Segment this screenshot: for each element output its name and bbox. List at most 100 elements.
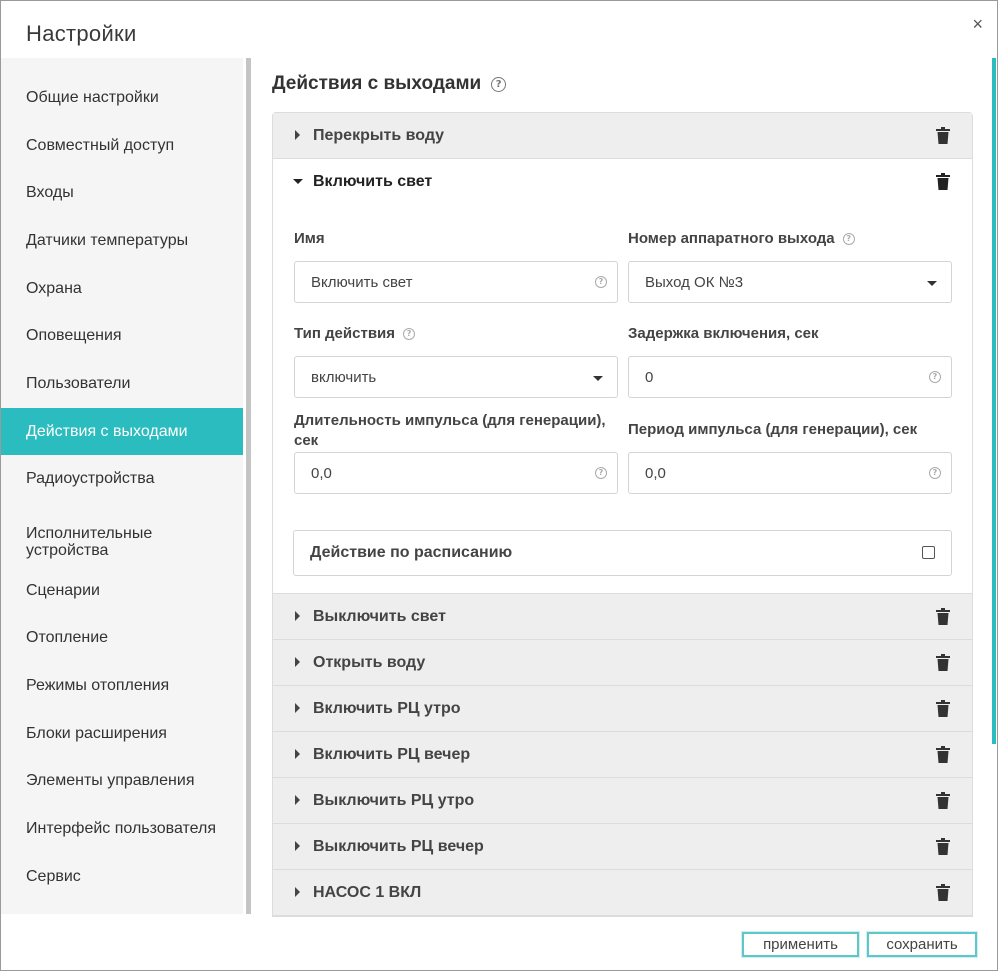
pulse-duration-label-line2: сек [294, 432, 319, 449]
sidebar-item-general[interactable]: Общие настройки [1, 74, 243, 120]
close-icon[interactable]: × [972, 14, 983, 35]
caret-right-icon [295, 130, 300, 140]
pulse-duration-input-value: 0,0 [311, 464, 332, 482]
sidebar-item-controls[interactable]: Элементы управления [1, 757, 243, 803]
output-select[interactable]: Выход ОК №3 [628, 261, 952, 303]
main-scrollbar[interactable] [992, 58, 996, 744]
question-circle-icon[interactable]: ? [403, 328, 416, 340]
sidebar-item-output-actions[interactable]: Действия с выходами [1, 408, 243, 455]
caret-right-icon [295, 703, 300, 713]
trash-icon[interactable] [936, 700, 950, 717]
action-header[interactable]: Выключить РЦ утро [273, 778, 972, 824]
page-title-text: Действия с выходами [272, 73, 482, 94]
output-label-text: Номер аппаратного выхода [628, 230, 835, 247]
name-label: Имя [294, 230, 325, 247]
sidebar-item-notifications[interactable]: Оповещения [1, 312, 243, 358]
sidebar: Общие настройки Совместный доступ Входы … [1, 58, 243, 914]
action-header[interactable]: Включить РЦ утро [273, 686, 972, 732]
delay-input[interactable]: 0 ? [628, 356, 952, 398]
dialog-title: Настройки [26, 21, 137, 46]
trash-icon[interactable] [936, 127, 950, 144]
sidebar-item-service[interactable]: Сервис [1, 853, 243, 899]
caret-right-icon [295, 657, 300, 667]
action-form: Имя Номер аппаратного выхода ? Включить … [273, 205, 972, 594]
question-circle-icon[interactable]: ? [491, 76, 507, 92]
question-circle-icon[interactable]: ? [929, 467, 941, 479]
sidebar-item-scenarios[interactable]: Сценарии [1, 567, 243, 613]
trash-icon[interactable] [936, 654, 950, 671]
caret-right-icon [295, 795, 300, 805]
page-title: Действия с выходами ? [272, 73, 507, 95]
caret-down-icon [593, 376, 603, 381]
action-title: Включить свет [313, 173, 433, 190]
action-type-select[interactable]: включить [294, 356, 618, 398]
pulse-period-label: Период импульса (для генерации), сек [628, 421, 918, 438]
delay-input-value: 0 [645, 368, 654, 386]
schedule-panel: Действие по расписанию [293, 530, 952, 576]
apply-button[interactable]: применить [741, 931, 860, 958]
trash-icon[interactable] [936, 608, 950, 625]
question-circle-icon[interactable]: ? [595, 467, 607, 479]
sidebar-item-radio-devices[interactable]: Радиоустройства [1, 455, 243, 501]
pulse-duration-input[interactable]: 0,0 ? [294, 452, 618, 494]
action-type-select-value: включить [311, 368, 377, 386]
action-header[interactable]: НАСОС 1 ВКЛ [273, 870, 972, 916]
caret-right-icon [295, 749, 300, 759]
trash-icon[interactable] [936, 746, 950, 763]
caret-right-icon [295, 841, 300, 851]
action-title: Открыть воду [313, 654, 426, 671]
action-title: Перекрыть воду [313, 127, 445, 144]
pulse-period-input[interactable]: 0,0 ? [628, 452, 952, 494]
save-button[interactable]: сохранить [866, 931, 978, 958]
caret-down-icon [927, 281, 937, 286]
action-title: Включить РЦ утро [313, 700, 461, 717]
delay-label: Задержка включения, сек [628, 325, 819, 342]
action-title: Включить РЦ вечер [313, 746, 471, 763]
sidebar-item-actuators[interactable]: Исполнительные устройства [1, 512, 243, 572]
action-title: НАСОС 1 ВКЛ [313, 884, 422, 901]
sidebar-item-heating[interactable]: Отопление [1, 614, 243, 660]
caret-right-icon [295, 887, 300, 897]
sidebar-item-inputs[interactable]: Входы [1, 169, 243, 215]
sidebar-item-users[interactable]: Пользователи [1, 360, 243, 406]
action-header[interactable]: Открыть воду [273, 640, 972, 686]
output-label: Номер аппаратного выхода ? [628, 229, 855, 249]
schedule-label: Действие по расписанию [310, 544, 513, 561]
action-title: Выключить свет [313, 608, 446, 625]
trash-icon[interactable] [936, 884, 950, 901]
action-header-expanded[interactable]: Включить свет [273, 159, 972, 205]
pulse-period-input-value: 0,0 [645, 464, 666, 482]
action-header[interactable]: Выключить РЦ вечер [273, 824, 972, 870]
sidebar-item-shared-access[interactable]: Совместный доступ [1, 122, 243, 168]
caret-right-icon [295, 611, 300, 621]
question-circle-icon[interactable]: ? [842, 233, 855, 245]
output-select-value: Выход ОК №3 [645, 273, 744, 291]
sidebar-scrollbar[interactable] [246, 58, 251, 914]
caret-down-icon [293, 179, 303, 184]
name-input[interactable]: Включить свет ? [294, 261, 618, 303]
schedule-checkbox[interactable] [922, 546, 935, 559]
settings-dialog: Настройки × Общие настройки Совместный д… [0, 0, 998, 971]
pulse-duration-label-line1: Длительность импульса (для генерации), [294, 412, 606, 429]
actions-accordion: Перекрыть воду Включить свет Имя Номер а… [272, 112, 973, 917]
trash-icon[interactable] [936, 173, 950, 190]
sidebar-item-heating-modes[interactable]: Режимы отопления [1, 662, 243, 708]
trash-icon[interactable] [936, 792, 950, 809]
sidebar-item-user-interface[interactable]: Интерфейс пользователя [1, 805, 243, 851]
action-header[interactable]: Выключить свет [273, 594, 972, 640]
sidebar-item-expansion-blocks[interactable]: Блоки расширения [1, 710, 243, 756]
pulse-duration-label: Длительность импульса (для генерации), с… [294, 411, 606, 451]
action-title: Выключить РЦ вечер [313, 838, 484, 855]
action-header[interactable]: Перекрыть воду [273, 113, 972, 159]
name-input-value: Включить свет [311, 273, 413, 291]
question-circle-icon[interactable]: ? [929, 371, 941, 383]
sidebar-item-temperature-sensors[interactable]: Датчики температуры [1, 217, 243, 263]
main-panel: Действия с выходами ? Перекрыть воду Вкл… [272, 58, 973, 917]
action-header[interactable]: Включить РЦ вечер [273, 732, 972, 778]
sidebar-item-security[interactable]: Охрана [1, 265, 243, 311]
action-type-label: Тип действия ? [294, 324, 416, 344]
action-type-label-text: Тип действия [294, 325, 396, 342]
action-title: Выключить РЦ утро [313, 792, 475, 809]
question-circle-icon[interactable]: ? [595, 276, 607, 288]
trash-icon[interactable] [936, 838, 950, 855]
